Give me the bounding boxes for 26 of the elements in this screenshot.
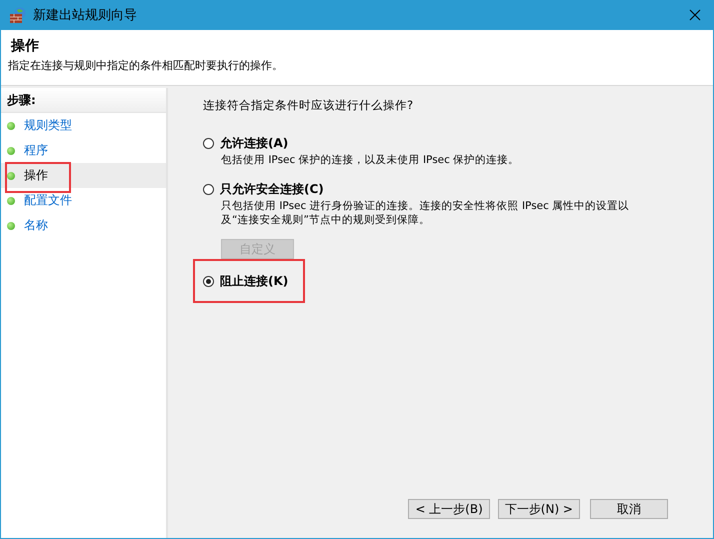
bullet-icon xyxy=(7,196,15,204)
wizard-button[interactable]: < 上一步(B) xyxy=(408,499,490,519)
step-item[interactable]: 名称 xyxy=(1,213,166,238)
option-description: 只包括使用 IPsec 进行身份验证的连接。连接的安全性将依照 IPsec 属性中的设置以及“连接安全规则”节点中的规则受到保障。 xyxy=(221,199,630,227)
step-item[interactable]: 配置文件 xyxy=(1,188,166,213)
radio-button[interactable] xyxy=(203,276,214,286)
bullet-icon xyxy=(7,122,15,130)
wizard-button[interactable]: 下一步(N) > xyxy=(498,499,580,519)
bullet-icon xyxy=(7,172,15,180)
radio-button[interactable] xyxy=(203,138,214,148)
bullet-icon xyxy=(7,146,15,154)
bullet-icon xyxy=(7,222,15,230)
radio-label: 只允许安全连接(C) xyxy=(220,180,324,198)
window-title: 新建出站规则向导 xyxy=(33,7,137,24)
page-description: 指定在连接与规则中指定的条件相匹配时要执行的操作。 xyxy=(8,58,284,73)
page-heading: 操作 xyxy=(11,37,40,56)
step-item[interactable]: 规则类型 xyxy=(1,113,166,138)
radio-button[interactable] xyxy=(203,184,214,194)
step-item[interactable]: 操作 xyxy=(1,163,166,188)
firewall-icon xyxy=(9,7,27,23)
question-text: 连接符合指定条件时应该进行什么操作? xyxy=(203,98,414,113)
option-description: 包括使用 IPsec 保护的连接，以及未使用 IPsec 保护的连接。 xyxy=(221,153,520,167)
step-item[interactable]: 程序 xyxy=(1,138,166,163)
wizard-button[interactable]: 取消 xyxy=(590,499,668,519)
radio-label: 允许连接(A) xyxy=(220,134,288,152)
radio-label: 阻止连接(K) xyxy=(220,272,288,290)
